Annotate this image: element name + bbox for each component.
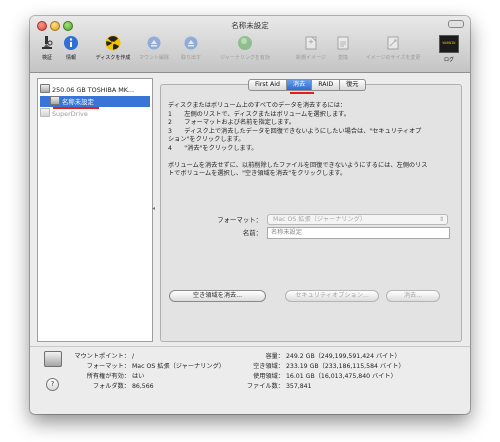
tab-restore[interactable]: 復元 [340, 79, 366, 91]
info-icon [63, 35, 79, 51]
toolbar-journal-button[interactable]: ジャーナリングを有効 [213, 35, 277, 61]
toolbar-toggle-button[interactable] [448, 20, 464, 28]
toolbar-unmount-button[interactable]: マウント解除 [136, 35, 172, 61]
erase-intro: ディスクまたはボリューム上のすべてのデータを消去するには： [168, 102, 347, 109]
format-select[interactable]: Mac OS 拡張（ジャーナリング） ⇕ [267, 214, 448, 225]
tab-erase[interactable]: 消去 [286, 79, 313, 91]
erase-note-1: ボリュームを消去せずに、以前削除したファイルを回復できないようにするには、左側の… [168, 161, 428, 169]
toolbar-verify-button[interactable]: 検証 [36, 35, 58, 61]
toolbar-resize-image-label: イメージのサイズを変更 [365, 55, 421, 61]
folders-row: フォルダ数： 86,566 [66, 381, 154, 390]
tab-bar: First Aid 消去 RAID 復元 [248, 79, 366, 91]
files-label: ファイル数： [246, 383, 284, 390]
erase-step-2: 2 フォーマットおよび名前を指定します。 [168, 119, 296, 127]
mount-point-value: / [131, 353, 135, 360]
tab-first-aid[interactable]: First Aid [248, 79, 287, 91]
mount-point-row: マウントポイント： / [66, 351, 134, 360]
device-sidebar[interactable]: 250.06 GB TOSHIBA MK... 名称未設定 SuperDrive [37, 78, 153, 342]
window-title: 名称未設定 [231, 21, 269, 30]
erase-instructions: ディスクまたはボリューム上のすべてのデータを消去するには： 1 左側のリストで、… [168, 102, 453, 179]
toolbar-journal-label: ジャーナリングを有効 [220, 55, 270, 61]
format-select-value: Mac OS 拡張（ジャーナリング） [273, 216, 367, 223]
help-button[interactable]: ? [46, 378, 59, 391]
info-separator [30, 346, 470, 347]
toolbar-eject-button[interactable]: 取り出す [176, 35, 206, 61]
name-label: 名前： [242, 229, 262, 237]
used-row: 使用領域： 16.01 GB（16,013,475,840 バイト） [244, 371, 397, 380]
sidebar-disk-label: 250.06 GB TOSHIBA MK... [52, 86, 135, 94]
toolbar-log-label: ログ [443, 57, 454, 63]
erase-step-3b: ション"をクリックします。 [168, 136, 245, 144]
capacity-row: 容量： 249.2 GB（249,199,591,424 バイト） [244, 351, 401, 360]
log-icon-text: WARNIN [442, 41, 456, 45]
volume-icon [50, 96, 60, 105]
splitter-handle[interactable]: ◂ [152, 205, 155, 212]
owners-row: 所有権が有効： はい [66, 371, 145, 380]
tab-raid[interactable]: RAID [312, 79, 341, 91]
files-value: 357,841 [285, 383, 312, 390]
new-image-icon [303, 35, 319, 51]
sidebar-item-disk[interactable]: 250.06 GB TOSHIBA MK... [40, 84, 134, 95]
title-bar: 名称未設定 検証 情報 ディスクを作成 マウント解除 取り出す ジャーナリングを… [30, 16, 470, 73]
unmount-icon [146, 35, 162, 51]
optical-drive-icon [40, 108, 50, 117]
toolbar-verify-label: 検証 [41, 55, 52, 61]
format-info-value: Mac OS 拡張（ジャーナリング） [131, 363, 225, 370]
eject-icon [183, 35, 199, 51]
available-value: 233.19 GB（233,186,115,584 バイト） [285, 363, 405, 370]
used-label: 使用領域： [253, 373, 284, 380]
name-field[interactable]: 名称未設定 [267, 227, 450, 239]
toolbar-burn-label: ディスクを作成 [95, 55, 131, 61]
hard-disk-icon [44, 351, 62, 367]
toolbar-convert-label: 変換 [337, 55, 348, 61]
toolbar-eject-label: 取り出す [180, 55, 201, 61]
used-value: 16.01 GB（16,013,475,840 バイト） [285, 373, 397, 380]
select-arrows-icon: ⇕ [438, 216, 444, 223]
sidebar-item-superdrive[interactable]: SuperDrive [40, 108, 88, 119]
toolbar-resize-image-button[interactable]: イメージのサイズを変更 [358, 35, 428, 61]
available-label: 空き領域： [253, 363, 284, 370]
capacity-value: 249.2 GB（249,199,591,424 バイト） [285, 353, 401, 360]
resize-image-icon [385, 35, 401, 51]
hard-disk-icon [40, 84, 50, 93]
toolbar-burn-button[interactable]: ディスクを作成 [92, 35, 134, 61]
toolbar-log-button[interactable]: WARNIN ログ [438, 35, 460, 63]
console-log-icon: WARNIN [439, 35, 459, 53]
erase-free-space-button[interactable]: 空き領域を消去... [169, 290, 266, 302]
erase-step-1: 1 左側のリストで、ディスクまたはボリュームを選択します。 [168, 110, 350, 118]
sidebar-volume-label: 名称未設定 [62, 98, 94, 106]
toolbar-info-button[interactable]: 情報 [60, 35, 82, 61]
available-row: 空き領域： 233.19 GB（233,186,115,584 バイト） [244, 361, 405, 370]
toolbar-info-label: 情報 [65, 55, 76, 61]
security-options-button[interactable]: セキュリティオプション... [285, 290, 379, 302]
sidebar-item-volume[interactable]: 名称未設定 [40, 96, 150, 107]
capacity-label: 容量： [265, 353, 284, 360]
erase-note-2: トでボリュームを選択し、"空き領域を消去"をクリックします。 [168, 170, 347, 178]
annotation-underline-volume [53, 107, 99, 109]
mount-point-label: マウントポイント： [74, 353, 130, 360]
toolbar-new-image-button[interactable]: 新規イメージ [292, 35, 330, 61]
convert-icon [335, 35, 351, 51]
toolbar-convert-button[interactable]: 変換 [332, 35, 354, 61]
toolbar-unmount-label: マウント解除 [138, 55, 169, 61]
owners-label: 所有権が有効： [86, 373, 130, 380]
owners-value: はい [131, 373, 145, 380]
sidebar-superdrive-label: SuperDrive [52, 110, 88, 118]
annotation-underline-erase-tab [290, 92, 314, 94]
erase-step-3a: 3 ディスク上で消去したデータを回復できないようにしたい場合は、"セキュリティオ… [168, 127, 422, 135]
microscope-icon [39, 35, 55, 51]
files-row: ファイル数： 357,841 [244, 381, 312, 390]
folders-label: フォルダ数： [92, 383, 130, 390]
radiation-burn-icon [105, 35, 121, 51]
folders-value: 86,566 [131, 383, 154, 390]
format-info-row: フォーマット： Mac OS 拡張（ジャーナリング） [66, 361, 225, 370]
disk-utility-window: 名称未設定 検証 情報 ディスクを作成 マウント解除 取り出す ジャーナリングを… [30, 16, 470, 414]
erase-button[interactable]: 消去... [386, 290, 440, 302]
erase-step-4: 4 "消去"をクリックします。 [168, 144, 258, 152]
format-label: フォーマット： [217, 216, 262, 224]
toolbar-new-image-label: 新規イメージ [296, 55, 326, 61]
journal-icon [237, 35, 253, 51]
format-info-label: フォーマット： [86, 363, 130, 370]
